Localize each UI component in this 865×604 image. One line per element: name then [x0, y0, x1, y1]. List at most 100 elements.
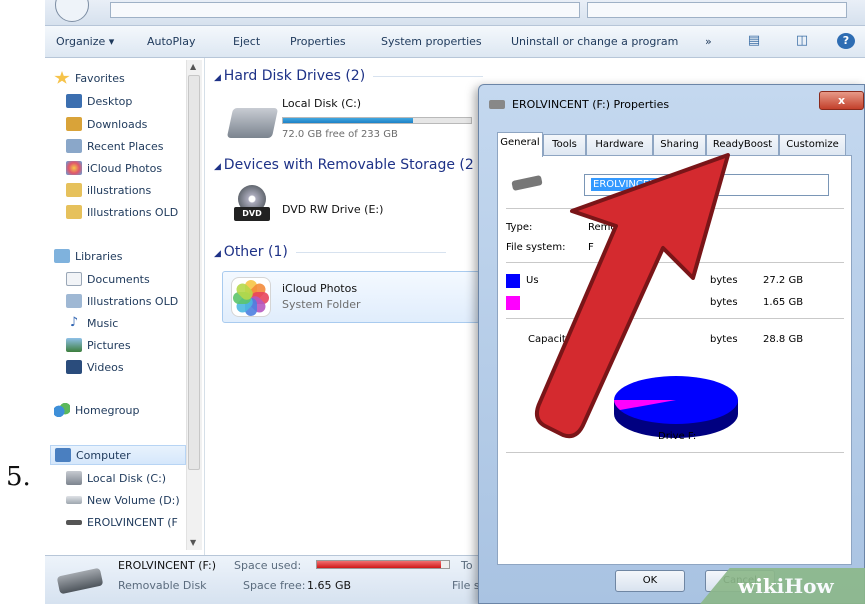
sidebar-item-new-volume-d[interactable]: New Volume (D:) — [66, 490, 180, 510]
file-system-label: File system: — [506, 242, 566, 253]
icloud-photos-name: iCloud Photos — [282, 282, 358, 295]
sidebar-item-local-disk-c[interactable]: Local Disk (C:) — [66, 468, 166, 488]
sidebar-item-recent-places[interactable]: Recent Places — [66, 136, 164, 156]
group-title: Other (1) — [223, 244, 288, 260]
group-divider — [373, 75, 484, 77]
sidebar-item-music[interactable]: ♪ Music — [66, 313, 118, 333]
sidebar-item-illustrations[interactable]: illustrations — [66, 180, 151, 200]
free-size: 1.65 GB — [763, 297, 804, 308]
free-space-swatch — [506, 296, 520, 310]
space-free-value: 1.65 GB — [307, 579, 352, 592]
address-bar[interactable] — [110, 2, 580, 18]
used-bytes: bytes — [710, 275, 738, 286]
sidebar-label: illustrations — [87, 183, 152, 197]
used-space-label: Us — [526, 275, 539, 286]
search-box[interactable] — [587, 2, 847, 18]
general-tab-panel: EROLVINCENT Type: Remov File system: F U… — [497, 155, 852, 565]
sidebar-homegroup[interactable]: Homegroup — [54, 400, 139, 420]
desktop-icon — [66, 94, 82, 108]
scrollbar-thumb[interactable] — [188, 75, 200, 470]
divider — [506, 262, 844, 263]
help-icon[interactable]: ? — [837, 33, 855, 49]
preview-pane-icon[interactable]: ◫ — [793, 33, 811, 49]
view-options-icon[interactable]: ▤ — [745, 33, 763, 49]
sidebar-item-videos[interactable]: Videos — [66, 357, 124, 377]
folder-icon — [66, 205, 82, 219]
drive-free-space: 72.0 GB free of 233 GB — [282, 129, 398, 140]
eject-button[interactable]: Eject — [233, 35, 260, 48]
command-bar: Organize ▾ AutoPlay Eject Properties Sys… — [45, 26, 865, 58]
divider — [506, 452, 844, 453]
group-title: Devices with Removable Storage (2 — [223, 157, 474, 173]
sidebar-item-downloads[interactable]: Downloads — [66, 114, 147, 134]
autoplay-button[interactable]: AutoPlay — [147, 35, 195, 48]
sidebar-favorites[interactable]: Favorites — [54, 68, 125, 88]
space-used-label: Space used: — [234, 559, 302, 572]
tab-readyboost[interactable]: ReadyBoost — [706, 134, 779, 156]
collapse-icon[interactable]: ◢ — [214, 249, 224, 259]
uninstall-button[interactable]: Uninstall or change a program — [511, 35, 678, 48]
tab-customize[interactable]: Customize — [779, 134, 846, 156]
file-system-value: F — [588, 242, 594, 253]
used-space-swatch — [506, 274, 520, 288]
sidebar-label: Recent Places — [87, 139, 164, 153]
tab-hardware[interactable]: Hardware — [586, 134, 653, 156]
sidebar-label: Illustrations OLD — [87, 294, 179, 308]
sidebar-label: Music — [87, 316, 119, 330]
sidebar-label: Computer — [76, 448, 131, 462]
organize-button[interactable]: Organize ▾ — [56, 35, 114, 48]
dvd-drive-item[interactable]: DVD RW Drive (E:) — [282, 203, 383, 216]
group-removable-storage[interactable]: ◢ Devices with Removable Storage (2 — [214, 157, 474, 173]
capacity-size: 28.8 GB — [763, 334, 804, 345]
drive-name: Local Disk (C:) — [282, 97, 362, 110]
sidebar-label: Videos — [87, 360, 124, 374]
properties-button[interactable]: Properties — [290, 35, 346, 48]
collapse-icon[interactable]: ◢ — [214, 162, 224, 172]
capacity-label: Capacity: — [528, 334, 575, 345]
space-free-label: Space free: — [243, 579, 306, 592]
folder-icon — [66, 183, 82, 197]
total-size-label: To — [461, 559, 473, 572]
local-disk-c-item[interactable]: Local Disk (C:) — [282, 97, 361, 110]
volume-name-field[interactable]: EROLVINCENT — [584, 174, 829, 196]
tab-sharing[interactable]: Sharing — [653, 134, 706, 156]
volume-name-text: EROLVINCENT — [591, 178, 665, 191]
sidebar-item-illustrations-old[interactable]: Illustrations OLD — [66, 202, 178, 222]
drive-caption: Drive F: — [658, 431, 697, 442]
sidebar-item-desktop[interactable]: Desktop — [66, 91, 132, 111]
scroll-up-icon[interactable]: ▲ — [190, 62, 196, 71]
file-system-label: File s — [452, 579, 480, 592]
documents-icon — [66, 272, 82, 286]
sidebar-label: Favorites — [75, 71, 125, 85]
sidebar-label: Downloads — [87, 117, 148, 131]
scroll-down-icon[interactable]: ▼ — [190, 538, 196, 547]
more-commands-button[interactable]: » — [705, 35, 712, 48]
star-icon — [54, 71, 70, 84]
sidebar-item-pictures[interactable]: Pictures — [66, 335, 131, 355]
recent-places-icon — [66, 139, 82, 153]
sidebar-item-lib-illustrations-old[interactable]: Illustrations OLD — [66, 291, 178, 311]
collapse-icon[interactable]: ◢ — [214, 73, 224, 83]
tab-tools[interactable]: Tools — [543, 134, 586, 156]
sidebar-computer[interactable]: Computer — [50, 445, 186, 465]
sidebar-libraries[interactable]: Libraries — [54, 246, 123, 266]
hard-drive-icon — [226, 108, 279, 138]
sidebar-item-documents[interactable]: Documents — [66, 269, 150, 289]
capacity-bar-fill — [283, 118, 413, 123]
used-size: 27.2 GB — [763, 275, 804, 286]
group-other[interactable]: ◢ Other (1) — [214, 244, 446, 260]
sidebar-item-icloud-photos[interactable]: iCloud Photos — [66, 158, 162, 178]
computer-icon — [55, 448, 71, 462]
group-hard-disk-drives[interactable]: ◢ Hard Disk Drives (2) — [214, 68, 484, 84]
step-number: 5. — [6, 462, 31, 492]
ok-button[interactable]: OK — [615, 570, 685, 592]
sidebar-label: Libraries — [75, 249, 123, 263]
system-properties-button[interactable]: System properties — [381, 35, 482, 48]
sidebar-item-erolvincent-f[interactable]: EROLVINCENT (F — [66, 512, 178, 532]
divider — [506, 318, 844, 319]
close-button[interactable]: x — [819, 91, 864, 110]
capacity-bytes: bytes — [710, 334, 738, 345]
details-drive-type: Removable Disk — [118, 579, 207, 592]
sidebar-label: Local Disk (C:) — [87, 471, 167, 485]
tab-general[interactable]: General — [497, 132, 543, 157]
